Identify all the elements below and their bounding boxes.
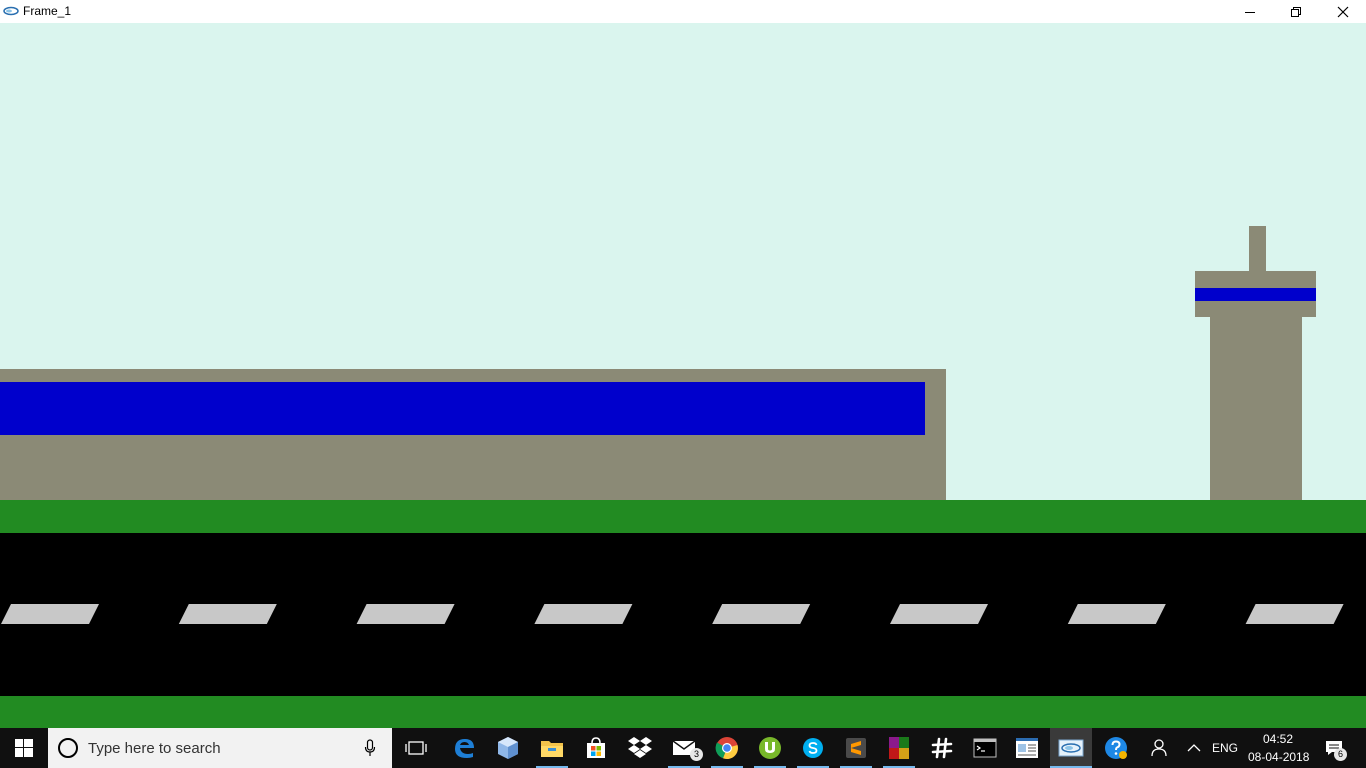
window-title: Frame_1 (23, 4, 72, 18)
runway-stripe (534, 604, 633, 624)
dropbox-button[interactable] (626, 734, 654, 762)
skype-icon (803, 738, 823, 758)
document-icon (1016, 738, 1038, 758)
cmd-button[interactable] (971, 734, 999, 762)
language-indicator[interactable]: ENG (1212, 741, 1238, 755)
dropbox-icon (628, 737, 652, 758)
slack-button[interactable] (928, 734, 956, 762)
airport-scene-canvas (0, 23, 1366, 728)
app-icon (3, 6, 19, 16)
runway-stripe (356, 604, 455, 624)
file-explorer-icon (541, 741, 563, 757)
edge-button[interactable] (450, 734, 478, 762)
close-button[interactable] (1320, 0, 1366, 23)
chrome-button[interactable] (713, 734, 741, 762)
runway-stripe (712, 604, 811, 624)
restore-button[interactable] (1273, 0, 1319, 23)
task-view-icon (405, 741, 427, 755)
runway-stripe (890, 604, 988, 624)
terminal-window-strip (0, 382, 925, 435)
store-button[interactable] (582, 734, 610, 762)
clock-date[interactable]: 08-04-2018 (1248, 750, 1309, 764)
runway-stripes (1, 604, 1344, 624)
people-button[interactable] (1145, 734, 1173, 762)
chrome-icon (715, 737, 738, 760)
document-button[interactable] (1013, 734, 1041, 762)
runway-stripe (178, 604, 277, 624)
cube-app-icon (498, 737, 518, 759)
search-placeholder: Type here to search (88, 740, 221, 757)
winrar-icon (889, 737, 909, 759)
file-explorer-button[interactable] (538, 734, 566, 762)
grass-strip-top (0, 500, 1366, 533)
runway-stripe (1067, 604, 1166, 624)
search-box[interactable]: Type here to search (48, 728, 392, 768)
task-view-button[interactable] (402, 734, 430, 762)
tower-antenna (1249, 226, 1266, 272)
cortana-icon (58, 738, 78, 758)
slack-icon (931, 737, 953, 759)
utorrent-icon (759, 737, 781, 759)
runway-stripe (1245, 604, 1344, 624)
sublime-text-icon (846, 738, 866, 758)
mail-badge: 3 (690, 748, 703, 761)
start-button[interactable] (0, 728, 48, 768)
notification-badge: 6 (1334, 748, 1347, 761)
sublime-text-button[interactable] (842, 734, 870, 762)
people-icon (1151, 739, 1167, 757)
start-icon (15, 739, 33, 757)
java-app-button[interactable] (1057, 734, 1085, 762)
utorrent-button[interactable] (756, 734, 784, 762)
restore-icon (1291, 6, 1301, 17)
taskbar: Type here to search 3 ENG 04:52 08-04-20… (0, 728, 1366, 768)
minimize-icon (1245, 11, 1255, 13)
skype-button[interactable] (799, 734, 827, 762)
help-button[interactable] (1102, 734, 1130, 762)
help-icon (1105, 737, 1127, 759)
cube-app-button[interactable] (494, 734, 522, 762)
cmd-icon (973, 738, 997, 758)
java-app-icon (1058, 739, 1084, 757)
close-icon (1337, 6, 1349, 17)
control-tower-window (1195, 288, 1316, 301)
store-icon (587, 737, 605, 758)
mail-button[interactable]: 3 (670, 734, 703, 762)
edge-icon (455, 739, 474, 758)
show-hidden-icons-button[interactable] (1181, 734, 1207, 762)
mic-icon[interactable] (364, 739, 376, 757)
control-tower-shaft (1210, 316, 1302, 500)
clock-time[interactable]: 04:52 (1263, 732, 1293, 746)
chevron-up-icon (1187, 744, 1201, 752)
minimize-button[interactable] (1227, 0, 1273, 23)
runway-stripe (1, 604, 99, 624)
window-titlebar: Frame_1 (0, 0, 1366, 23)
action-center-button[interactable]: 6 (1320, 734, 1348, 762)
winrar-button[interactable] (885, 734, 913, 762)
grass-strip-bottom (0, 696, 1366, 728)
